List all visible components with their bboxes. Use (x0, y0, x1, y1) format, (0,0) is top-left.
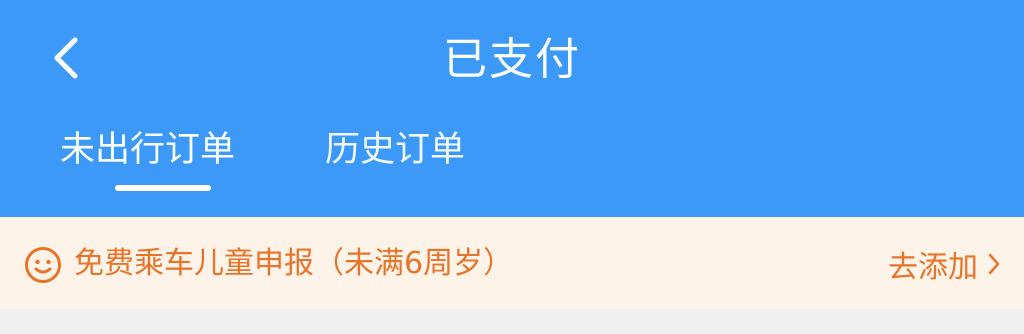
notice-text: 免费乘车儿童申报（未满6周岁） (74, 246, 514, 281)
child-declaration-notice: 免费乘车儿童申报（未满6周岁） 去添加 (0, 217, 1024, 309)
page-title: 已支付 (443, 34, 581, 85)
tab-upcoming-orders[interactable]: 未出行订单 (60, 125, 235, 175)
active-tab-indicator (115, 185, 211, 191)
smile-icon (25, 247, 61, 283)
content-area (0, 309, 1024, 334)
add-child-label: 去添加 (888, 250, 978, 285)
add-child-button[interactable]: 去添加 (888, 242, 1002, 286)
header-bar: 已支付 未出行订单 历史订单 (0, 0, 1024, 217)
tab-history-orders[interactable]: 历史订单 (325, 125, 465, 175)
chevron-right-icon (988, 253, 1000, 275)
